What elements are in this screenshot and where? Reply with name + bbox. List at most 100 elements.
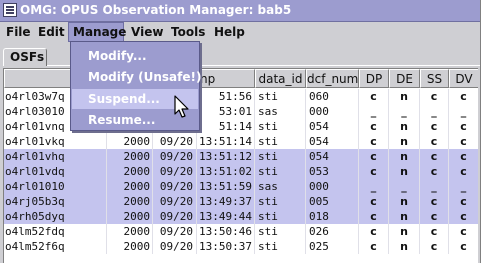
cell-data-id: sti	[255, 134, 306, 149]
cell-dp: c	[359, 209, 389, 224]
table-row[interactable]: o4rl01010 2000 09/20 13:51:59 sas 000 _ _ _ _	[4, 179, 478, 194]
column-header-dcf-num[interactable]: dcf_num	[306, 69, 359, 88]
cell-de: n	[389, 164, 420, 179]
table-row[interactable]: o4rh05dyq 2000 09/20 13:49:44 sti 018 c n c c	[4, 209, 478, 224]
menu-view[interactable]: View	[127, 22, 167, 42]
cell-time: 13:51:12	[197, 149, 255, 164]
cell-time: 13:51:59	[197, 179, 255, 194]
cell-dataset: o4rl01vdq	[4, 164, 107, 179]
column-header-ss[interactable]: SS	[420, 69, 449, 88]
cell-dataset: o4rl01vhq	[4, 149, 107, 164]
cell-de: n	[389, 134, 420, 149]
cell-de: n	[389, 149, 420, 164]
cell-data-id: sti	[255, 209, 306, 224]
cell-time: 13:49:37	[197, 194, 255, 209]
cell-year: 2000	[107, 134, 153, 149]
cell-date: 09/20	[153, 134, 197, 149]
cell-dp: c	[359, 164, 389, 179]
cell-dp: c	[359, 89, 389, 104]
cell-ss: c	[420, 239, 449, 254]
cell-date: 09/20	[153, 224, 197, 239]
cell-dp: _	[359, 104, 389, 119]
cell-dcf-num: 005	[306, 194, 359, 209]
cell-date: 09/20	[153, 209, 197, 224]
cell-data-id: sas	[255, 104, 306, 119]
cell-dcf-num: 054	[306, 134, 359, 149]
cell-dv: c	[449, 164, 478, 179]
table-row[interactable]: o4rj05b3q 2000 09/20 13:49:37 sti 005 c n c c	[4, 194, 478, 209]
table-row[interactable]: o4rl01vhq 2000 09/20 13:51:12 sti 054 c n c c	[4, 149, 478, 164]
tab-osfs[interactable]: OSFs	[3, 48, 47, 66]
cell-data-id: sti	[255, 194, 306, 209]
cell-dataset: o4rl01010	[4, 179, 107, 194]
cell-date: 09/20	[153, 194, 197, 209]
cell-ss: _	[420, 179, 449, 194]
cell-year: 2000	[107, 239, 153, 254]
cell-date: 09/20	[153, 164, 197, 179]
app-window: OMG: OPUS Observation Manager: bab5 File…	[0, 0, 481, 263]
column-header-de[interactable]: DE	[389, 69, 420, 88]
cell-ss: c	[420, 164, 449, 179]
cell-dcf-num: 054	[306, 119, 359, 134]
cell-time: 51:14	[197, 119, 255, 134]
title-bar[interactable]: OMG: OPUS Observation Manager: bab5	[0, 0, 480, 22]
cell-data-id: sti	[255, 119, 306, 134]
cell-date: 09/20	[153, 149, 197, 164]
cell-dataset: o4rl01vkq	[4, 134, 107, 149]
cell-time: 13:50:37	[197, 239, 255, 254]
menu-file[interactable]: File	[2, 22, 35, 42]
menu-item-modify[interactable]: Modify...	[72, 46, 198, 66]
cell-time: 13:50:46	[197, 224, 255, 239]
table-row[interactable]: o4lm52f6q 2000 09/20 13:50:37 sti 025 c n c c	[4, 239, 478, 254]
cell-dv: c	[449, 149, 478, 164]
cell-data-id: sti	[255, 164, 306, 179]
cell-dcf-num: 025	[306, 239, 359, 254]
cell-ss: c	[420, 89, 449, 104]
table-row[interactable]: o4rl01vdq 2000 09/20 13:51:02 sti 053 c n c c	[4, 164, 478, 179]
column-header-data-id[interactable]: data_id	[255, 69, 306, 88]
menu-manage[interactable]: Manage	[68, 22, 126, 42]
cell-dp: c	[359, 119, 389, 134]
menu-edit[interactable]: Edit	[34, 22, 69, 42]
cell-data-id: sas	[255, 179, 306, 194]
cell-dv: c	[449, 89, 478, 104]
menu-bar: File Edit Manage View Tools Help	[0, 22, 480, 42]
cell-dcf-num: 026	[306, 224, 359, 239]
cell-de: n	[389, 239, 420, 254]
menu-item-modify-unsafe[interactable]: Modify (Unsafe!)	[72, 67, 201, 87]
cell-year: 2000	[107, 179, 153, 194]
window-list-icon[interactable]	[3, 3, 17, 17]
column-header-dv[interactable]: DV	[449, 69, 478, 88]
cell-dcf-num: 000	[306, 104, 359, 119]
cell-dcf-num: 053	[306, 164, 359, 179]
cell-de: n	[389, 89, 420, 104]
cell-dcf-num: 054	[306, 149, 359, 164]
cell-data-id: sti	[255, 224, 306, 239]
cell-ss: c	[420, 224, 449, 239]
menu-tools[interactable]: Tools	[167, 22, 209, 42]
cell-de: _	[389, 104, 420, 119]
cell-ss: c	[420, 149, 449, 164]
cell-dv: c	[449, 134, 478, 149]
table-row[interactable]: o4lm52fdq 2000 09/20 13:50:46 sti 026 c n c c	[4, 224, 478, 239]
window-title: OMG: OPUS Observation Manager: bab5	[20, 3, 292, 17]
table-row[interactable]: o4rl01vkq 2000 09/20 13:51:14 sti 054 c n c c	[4, 134, 478, 149]
cell-de: _	[389, 179, 420, 194]
cell-year: 2000	[107, 224, 153, 239]
cell-time: 13:49:44	[197, 209, 255, 224]
cell-ss: c	[420, 209, 449, 224]
cell-de: n	[389, 209, 420, 224]
cell-time: 53:01	[197, 104, 255, 119]
cell-de: n	[389, 194, 420, 209]
cell-dcf-num: 060	[306, 89, 359, 104]
column-header-dp[interactable]: DP	[359, 69, 389, 88]
cell-dcf-num: 018	[306, 209, 359, 224]
cell-dv: c	[449, 119, 478, 134]
cell-dv: c	[449, 239, 478, 254]
menu-help[interactable]: Help	[210, 22, 249, 42]
cell-dataset: o4rj05b3q	[4, 194, 107, 209]
cell-dv: c	[449, 209, 478, 224]
cell-time: 51:56	[197, 89, 255, 104]
cell-year: 2000	[107, 149, 153, 164]
cell-time: 13:51:14	[197, 134, 255, 149]
